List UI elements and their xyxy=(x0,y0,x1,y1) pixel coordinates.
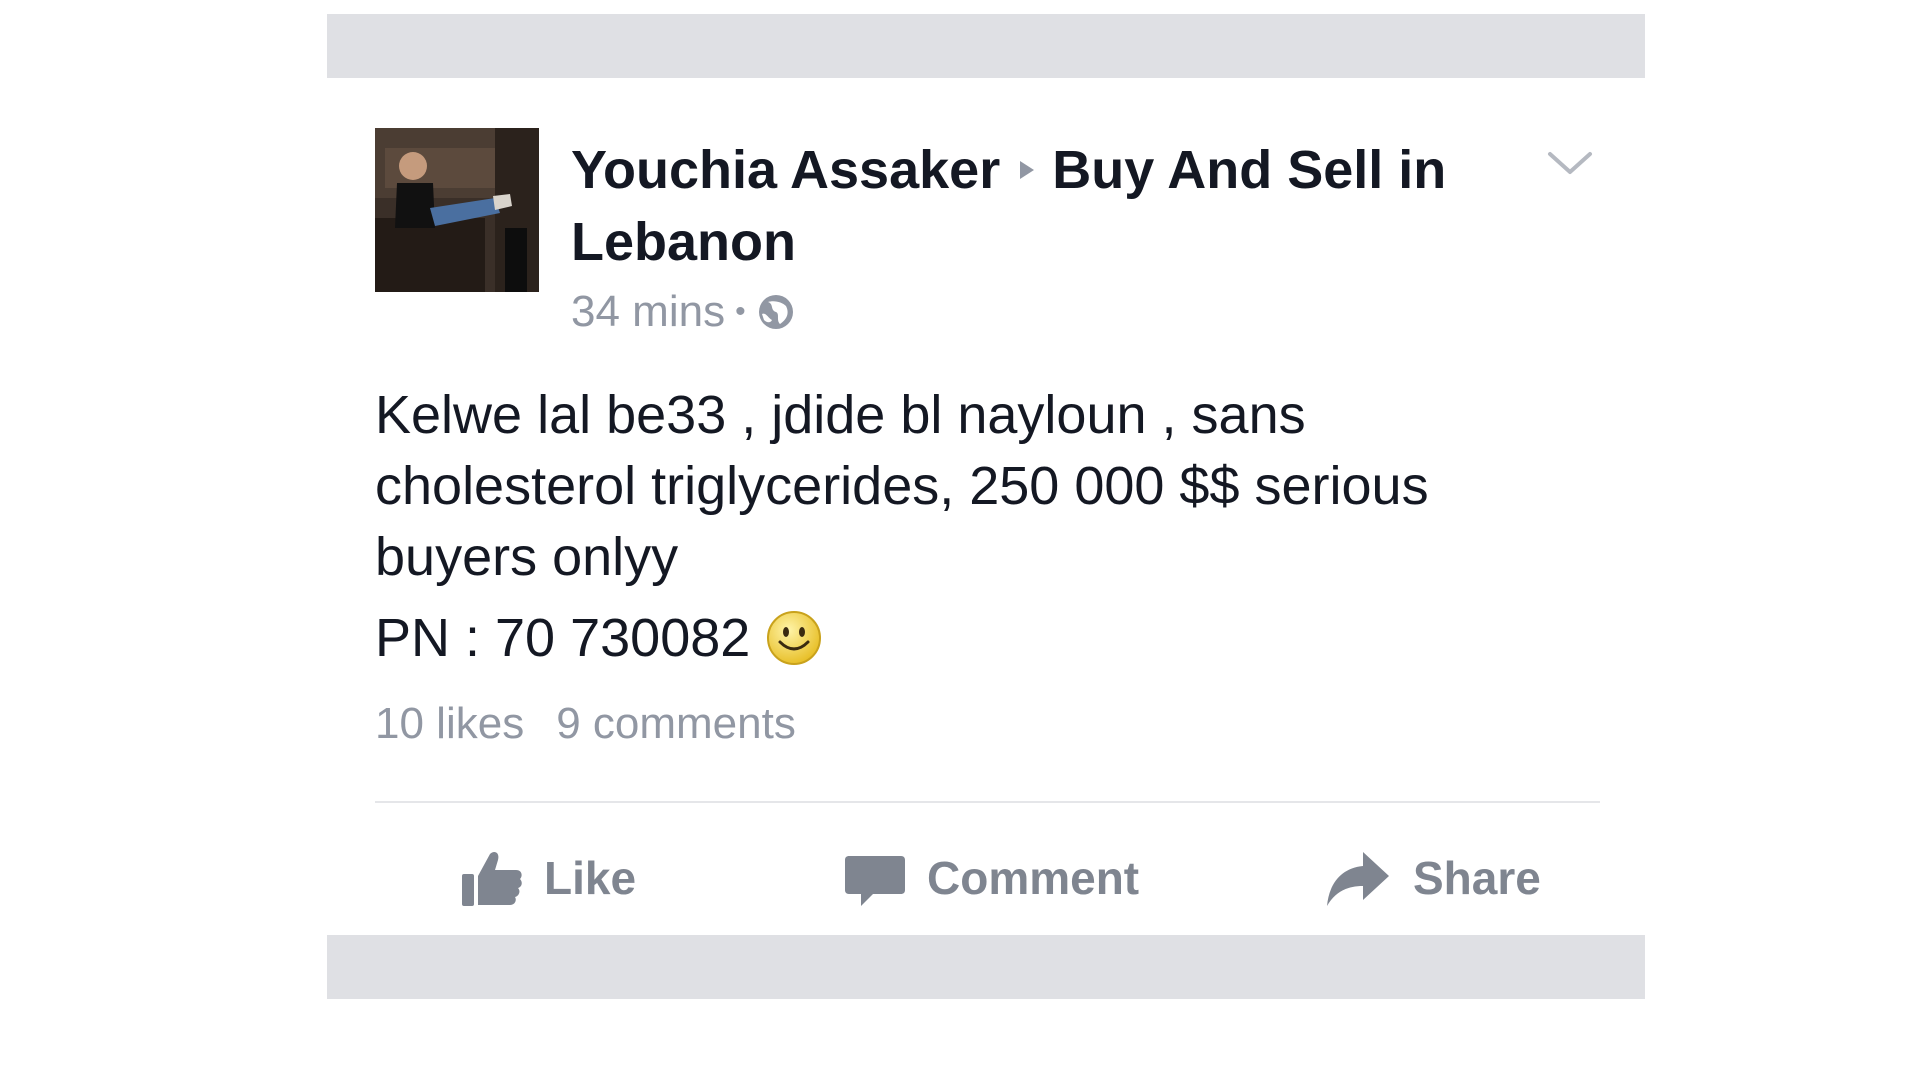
post-phone-line: PN : 70 730082 xyxy=(375,602,824,674)
chevron-down-icon[interactable] xyxy=(1540,134,1600,194)
share-button[interactable]: Share xyxy=(1323,828,1541,928)
comments-count[interactable]: 9 comments xyxy=(556,699,796,748)
globe-icon xyxy=(758,295,793,329)
share-label: Share xyxy=(1413,852,1541,904)
post-meta: 34 mins • xyxy=(571,284,1471,340)
thumbs-up-icon xyxy=(462,852,522,906)
screenshot-stage: Youchia Assaker Buy And Sell in Lebanon 3… xyxy=(0,0,1920,1080)
comment-label: Comment xyxy=(927,852,1140,904)
like-button[interactable]: Like xyxy=(460,828,636,928)
arrow-right-icon xyxy=(1020,160,1035,179)
comment-bubble-icon xyxy=(845,856,905,906)
like-label: Like xyxy=(544,852,637,904)
author-name[interactable]: Youchia Assaker xyxy=(571,140,1000,200)
feed-separator-bottom xyxy=(327,935,1645,999)
post-stats: 10 likes 9 comments xyxy=(375,696,796,752)
phone-text: PN : 70 730082 xyxy=(375,608,751,668)
post-timestamp[interactable]: 34 mins xyxy=(571,284,725,340)
divider xyxy=(375,801,1600,803)
smiley-icon xyxy=(767,611,822,665)
avatar[interactable] xyxy=(375,128,539,292)
likes-count[interactable]: 10 likes xyxy=(375,699,524,748)
post-body: Kelwe lal be33 , jdide bl nayloun , sans… xyxy=(375,385,1429,587)
comment-button[interactable]: Comment xyxy=(843,828,1139,928)
feed-separator-top xyxy=(327,14,1645,78)
post-title: Youchia Assaker Buy And Sell in Lebanon xyxy=(571,134,1471,278)
post-header: Youchia Assaker Buy And Sell in Lebanon 3… xyxy=(571,134,1471,340)
post-actions: Like Comment Share xyxy=(375,828,1600,928)
avatar-photo xyxy=(375,128,539,292)
share-arrow-icon xyxy=(1327,852,1389,906)
meta-separator: • xyxy=(735,295,746,328)
